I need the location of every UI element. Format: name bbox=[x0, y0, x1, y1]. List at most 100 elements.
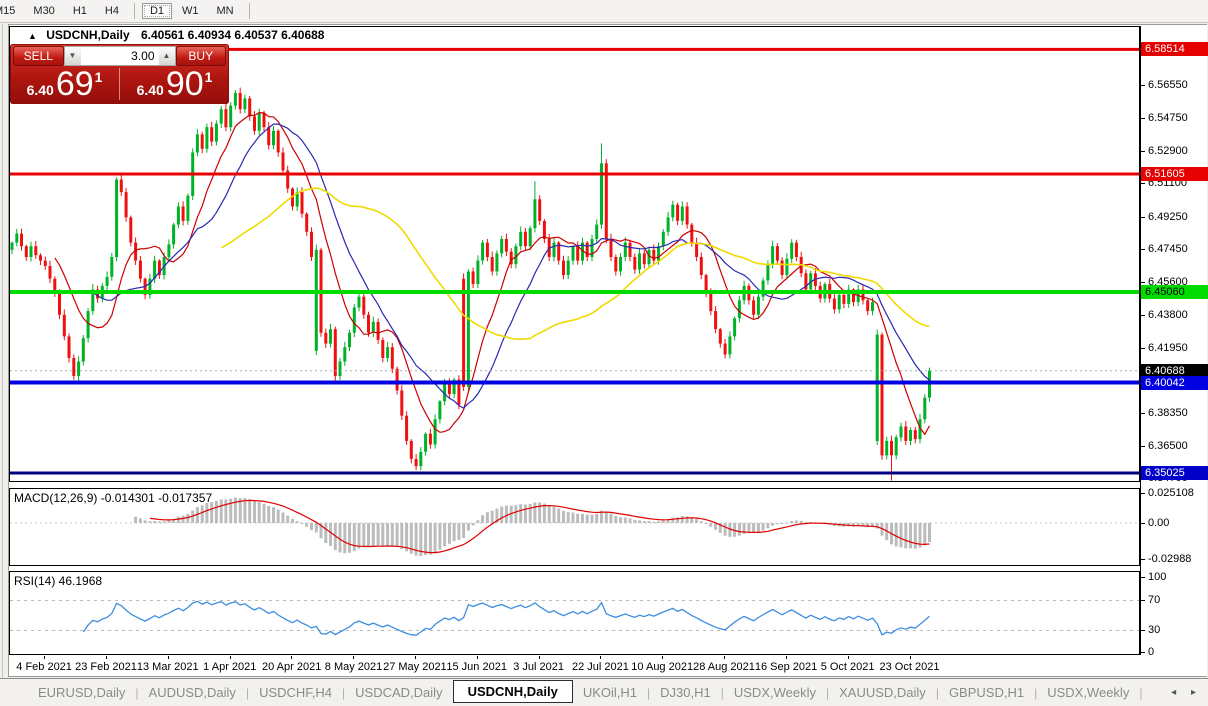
chart-tab-usdcnh-4[interactable]: USDCNH,Daily bbox=[452, 680, 573, 703]
sell-button[interactable]: SELL bbox=[13, 46, 64, 66]
price-axis-tickmark bbox=[1140, 348, 1145, 349]
price-axis-tickmark bbox=[1140, 413, 1145, 414]
rsi-axis-label: 70 bbox=[1148, 594, 1161, 606]
timeframe-button-mn[interactable]: MN bbox=[209, 3, 242, 19]
toolbar-separator bbox=[133, 3, 135, 19]
date-label: 3 Jul 2021 bbox=[513, 661, 564, 673]
date-label: 5 Oct 2021 bbox=[820, 661, 875, 673]
macd-axis-label: 0.00 bbox=[1148, 517, 1170, 529]
timeframe-button-h4[interactable]: H4 bbox=[97, 3, 127, 19]
chart-tab-xauusd-8[interactable]: XAUUSD,Daily bbox=[829, 682, 936, 703]
price-axis-tickmark bbox=[1140, 151, 1145, 152]
timeframe-button-h1[interactable]: H1 bbox=[65, 3, 95, 19]
price-axis-label: 6.49250 bbox=[1148, 211, 1188, 223]
buy-price-pip: 1 bbox=[204, 69, 213, 85]
date-tickmark bbox=[229, 656, 231, 659]
mt4-window: M15M30H1H4 D1W1MN ▲ USDCNH,Daily 6.40561 … bbox=[0, 0, 1208, 706]
price-axis-label: 6.41950 bbox=[1148, 342, 1188, 354]
chart-tab-usdx-10[interactable]: USDX,Weekly bbox=[1037, 682, 1139, 703]
date-label: 4 Feb 2021 bbox=[16, 661, 72, 673]
buy-price-prefix: 6.40 bbox=[136, 82, 164, 98]
window-left-edge bbox=[2, 24, 3, 700]
macd-axis-label: 0.025108 bbox=[1148, 487, 1194, 499]
date-tickmark bbox=[291, 656, 293, 659]
price-axis-tickmark bbox=[1140, 118, 1145, 119]
date-label: 22 Jul 2021 bbox=[571, 661, 629, 673]
date-tickmark bbox=[167, 656, 169, 659]
date-label: 1 Apr 2021 bbox=[203, 661, 257, 673]
price-axis-label: 6.54750 bbox=[1148, 112, 1188, 124]
date-label: 13 Mar 2021 bbox=[136, 661, 199, 673]
price-axis-line bbox=[1140, 26, 1141, 655]
price-axis-tickmark bbox=[1140, 282, 1145, 283]
date-tickmark bbox=[476, 656, 478, 659]
price-axis-label: 6.43800 bbox=[1148, 309, 1188, 321]
price-axis-label: 6.36500 bbox=[1148, 440, 1188, 452]
chart-tab-dj30-6[interactable]: DJ30,H1 bbox=[650, 682, 721, 703]
rsi-pane[interactable] bbox=[9, 571, 1140, 655]
date-axis: 4 Feb 2021 23 Feb 2021 13 Mar 2021 1 Apr 20… bbox=[9, 656, 1140, 676]
chart-tab-usdchf-2[interactable]: USDCHF,H4 bbox=[249, 682, 342, 703]
rsi-axis-label: 100 bbox=[1148, 571, 1167, 583]
timeframe-button-m30[interactable]: M30 bbox=[25, 3, 62, 19]
tab-scroll-arrows-icon[interactable]: ◂ ▸ bbox=[1171, 687, 1202, 698]
price-axis-tickmark bbox=[1140, 183, 1145, 184]
chart-tab-audusd-1[interactable]: AUDUSD,Daily bbox=[139, 682, 246, 703]
chart-tab-usdcad-3[interactable]: USDCAD,Daily bbox=[345, 682, 452, 703]
chart-tab-ukoil-5[interactable]: UKOil,H1 bbox=[573, 682, 647, 703]
volume-decrease-icon[interactable]: ▼ bbox=[64, 47, 81, 65]
price-axis-label: 6.38350 bbox=[1148, 407, 1188, 419]
chart-tab-eurusd-0[interactable]: EURUSD,Daily bbox=[28, 682, 135, 703]
price-axis-tickmark bbox=[1140, 446, 1145, 447]
date-label: 10 Aug 2021 bbox=[631, 661, 694, 673]
price-axis-label: 6.47450 bbox=[1148, 243, 1188, 255]
price-axis-label: 6.52900 bbox=[1148, 145, 1188, 157]
toolbar-separator bbox=[248, 3, 250, 19]
sell-price-display[interactable]: 6.40 69 1 bbox=[10, 66, 119, 102]
date-label: 27 May 2021 bbox=[383, 661, 447, 673]
buy-button[interactable]: BUY bbox=[175, 46, 226, 66]
price-axis-label: 6.56550 bbox=[1148, 79, 1188, 91]
volume-input[interactable] bbox=[80, 47, 159, 65]
rsi-label: RSI(14) 46.1968 bbox=[14, 574, 103, 588]
sell-price-big: 69 bbox=[55, 65, 94, 103]
macd-label: MACD(12,26,9) -0.014301 -0.017357 bbox=[14, 491, 213, 505]
volume-spinner: ▼ ▲ bbox=[63, 46, 176, 66]
date-label: 28 Aug 2021 bbox=[693, 661, 755, 673]
tab-separator: | bbox=[1139, 685, 1143, 700]
price-badge: 6.40042 bbox=[1141, 376, 1208, 390]
rsi-axis-label: 30 bbox=[1148, 624, 1161, 636]
chart-tab-bar: EURUSD,Daily | AUDUSD,Daily | USDCHF,H4 | USDC… bbox=[0, 678, 1208, 706]
date-tickmark bbox=[538, 656, 540, 659]
timeframe-button-d1[interactable]: D1 bbox=[141, 3, 172, 19]
chart-tab-gbpusd-9[interactable]: GBPUSD,H1 bbox=[939, 682, 1034, 703]
date-tickmark bbox=[415, 656, 417, 659]
rsi-axis-label: 0 bbox=[1148, 646, 1155, 658]
price-axis-tickmark bbox=[1140, 217, 1145, 218]
timeframe-button-w1[interactable]: W1 bbox=[174, 3, 207, 19]
price-axis-tickmark bbox=[1140, 249, 1145, 250]
chart-title: ▲ USDCNH,Daily 6.40561 6.40934 6.40537 6… bbox=[28, 28, 324, 42]
timeframe-toolbar: M15M30H1H4 D1W1MN bbox=[0, 0, 1208, 23]
timeframe-button-m15[interactable]: M15 bbox=[0, 3, 23, 19]
date-tickmark bbox=[44, 656, 46, 659]
buy-price-display[interactable]: 6.40 90 1 bbox=[120, 66, 229, 102]
date-tickmark bbox=[600, 656, 602, 659]
date-label: 20 Apr 2021 bbox=[261, 661, 322, 673]
chart-ohlc-values: 6.40561 6.40934 6.40537 6.40688 bbox=[140, 28, 325, 42]
date-tickmark bbox=[353, 656, 355, 659]
chart-tab-usdx-7[interactable]: USDX,Weekly bbox=[724, 682, 826, 703]
one-click-collapse-icon[interactable]: ▲ bbox=[28, 31, 37, 41]
date-label: 23 Feb 2021 bbox=[75, 661, 137, 673]
volume-increase-icon[interactable]: ▲ bbox=[158, 47, 175, 65]
date-tickmark bbox=[785, 656, 787, 659]
price-badge: 6.51605 bbox=[1141, 167, 1208, 181]
one-click-trading-panel: SELL ▼ ▲ BUY 6.40 69 1 6.40 90 1 bbox=[10, 44, 229, 104]
date-label: 8 May 2021 bbox=[324, 661, 383, 673]
date-tickmark bbox=[662, 656, 664, 659]
date-label: 15 Jun 2021 bbox=[446, 661, 507, 673]
sell-price-pip: 1 bbox=[94, 69, 103, 85]
price-axis-tickmark bbox=[1140, 315, 1145, 316]
date-tickmark bbox=[106, 656, 108, 659]
sell-price-prefix: 6.40 bbox=[26, 82, 54, 98]
